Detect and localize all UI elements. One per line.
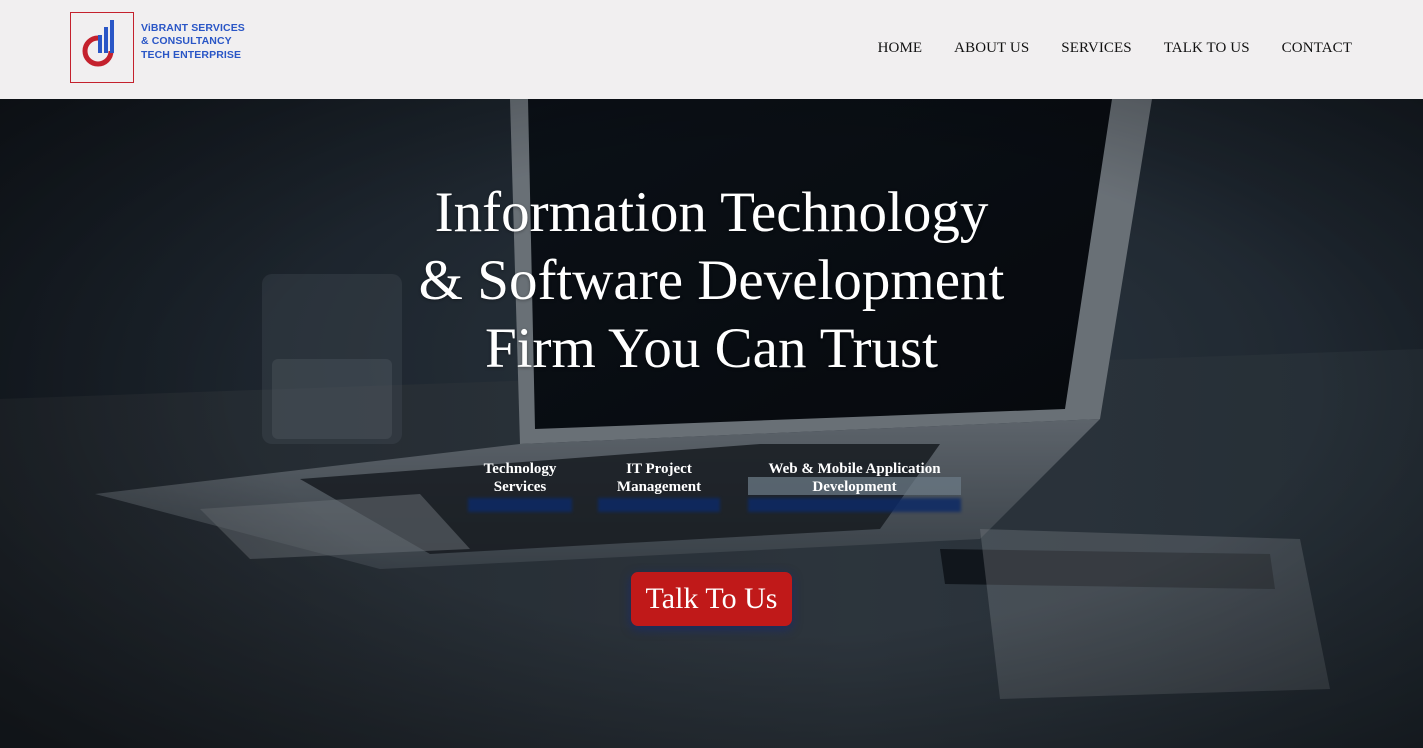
site-header: ViBRANT SERVICES & CONSULTANCY TECH ENTE… bbox=[0, 0, 1423, 99]
logo-mark-icon bbox=[70, 11, 134, 83]
service-tag-it-project-management[interactable]: IT Project Management bbox=[598, 460, 720, 512]
service-tag-line: Web & Mobile Application bbox=[768, 461, 941, 477]
headline-line-1: Information Technology bbox=[434, 181, 989, 244]
service-tag-line: IT Project bbox=[626, 461, 692, 477]
nav-services[interactable]: SERVICES bbox=[1061, 40, 1131, 57]
nav-contact[interactable]: CONTACT bbox=[1282, 40, 1352, 57]
brand-name: ViBRANT SERVICES & CONSULTANCY TECH ENTE… bbox=[141, 22, 245, 63]
service-tag-technology-services[interactable]: Technology Services bbox=[468, 460, 572, 512]
brand-logo[interactable]: ViBRANT SERVICES & CONSULTANCY TECH ENTE… bbox=[70, 11, 250, 83]
brand-line-2: & CONSULTANCY bbox=[141, 35, 232, 48]
talk-to-us-button[interactable]: Talk To Us bbox=[631, 572, 792, 626]
service-tag-line: Management bbox=[616, 479, 702, 495]
service-tag-web-mobile-development[interactable]: Web & Mobile Application Development bbox=[748, 460, 961, 512]
service-tag-line: Development bbox=[812, 479, 897, 495]
main-nav: HOME ABOUT US SERVICES TALK TO US CONTAC… bbox=[846, 40, 1352, 57]
nav-talk-to-us[interactable]: TALK TO US bbox=[1164, 40, 1250, 57]
nav-home[interactable]: HOME bbox=[878, 40, 923, 57]
service-tag-line: Services bbox=[493, 479, 547, 495]
brand-line-3: TECH ENTERPRISE bbox=[141, 48, 242, 61]
nav-about-us[interactable]: ABOUT US bbox=[954, 40, 1029, 57]
headline-line-2: & Software Development bbox=[418, 249, 1005, 312]
headline-line-3: Firm You Can Trust bbox=[484, 317, 939, 380]
brand-line-1: ViBRANT SERVICES bbox=[141, 21, 245, 34]
service-tag-line: Technology bbox=[483, 461, 557, 477]
hero-section: Information Technology & Software Develo… bbox=[0, 99, 1423, 748]
hero-headline: Information Technology & Software Develo… bbox=[0, 179, 1423, 383]
